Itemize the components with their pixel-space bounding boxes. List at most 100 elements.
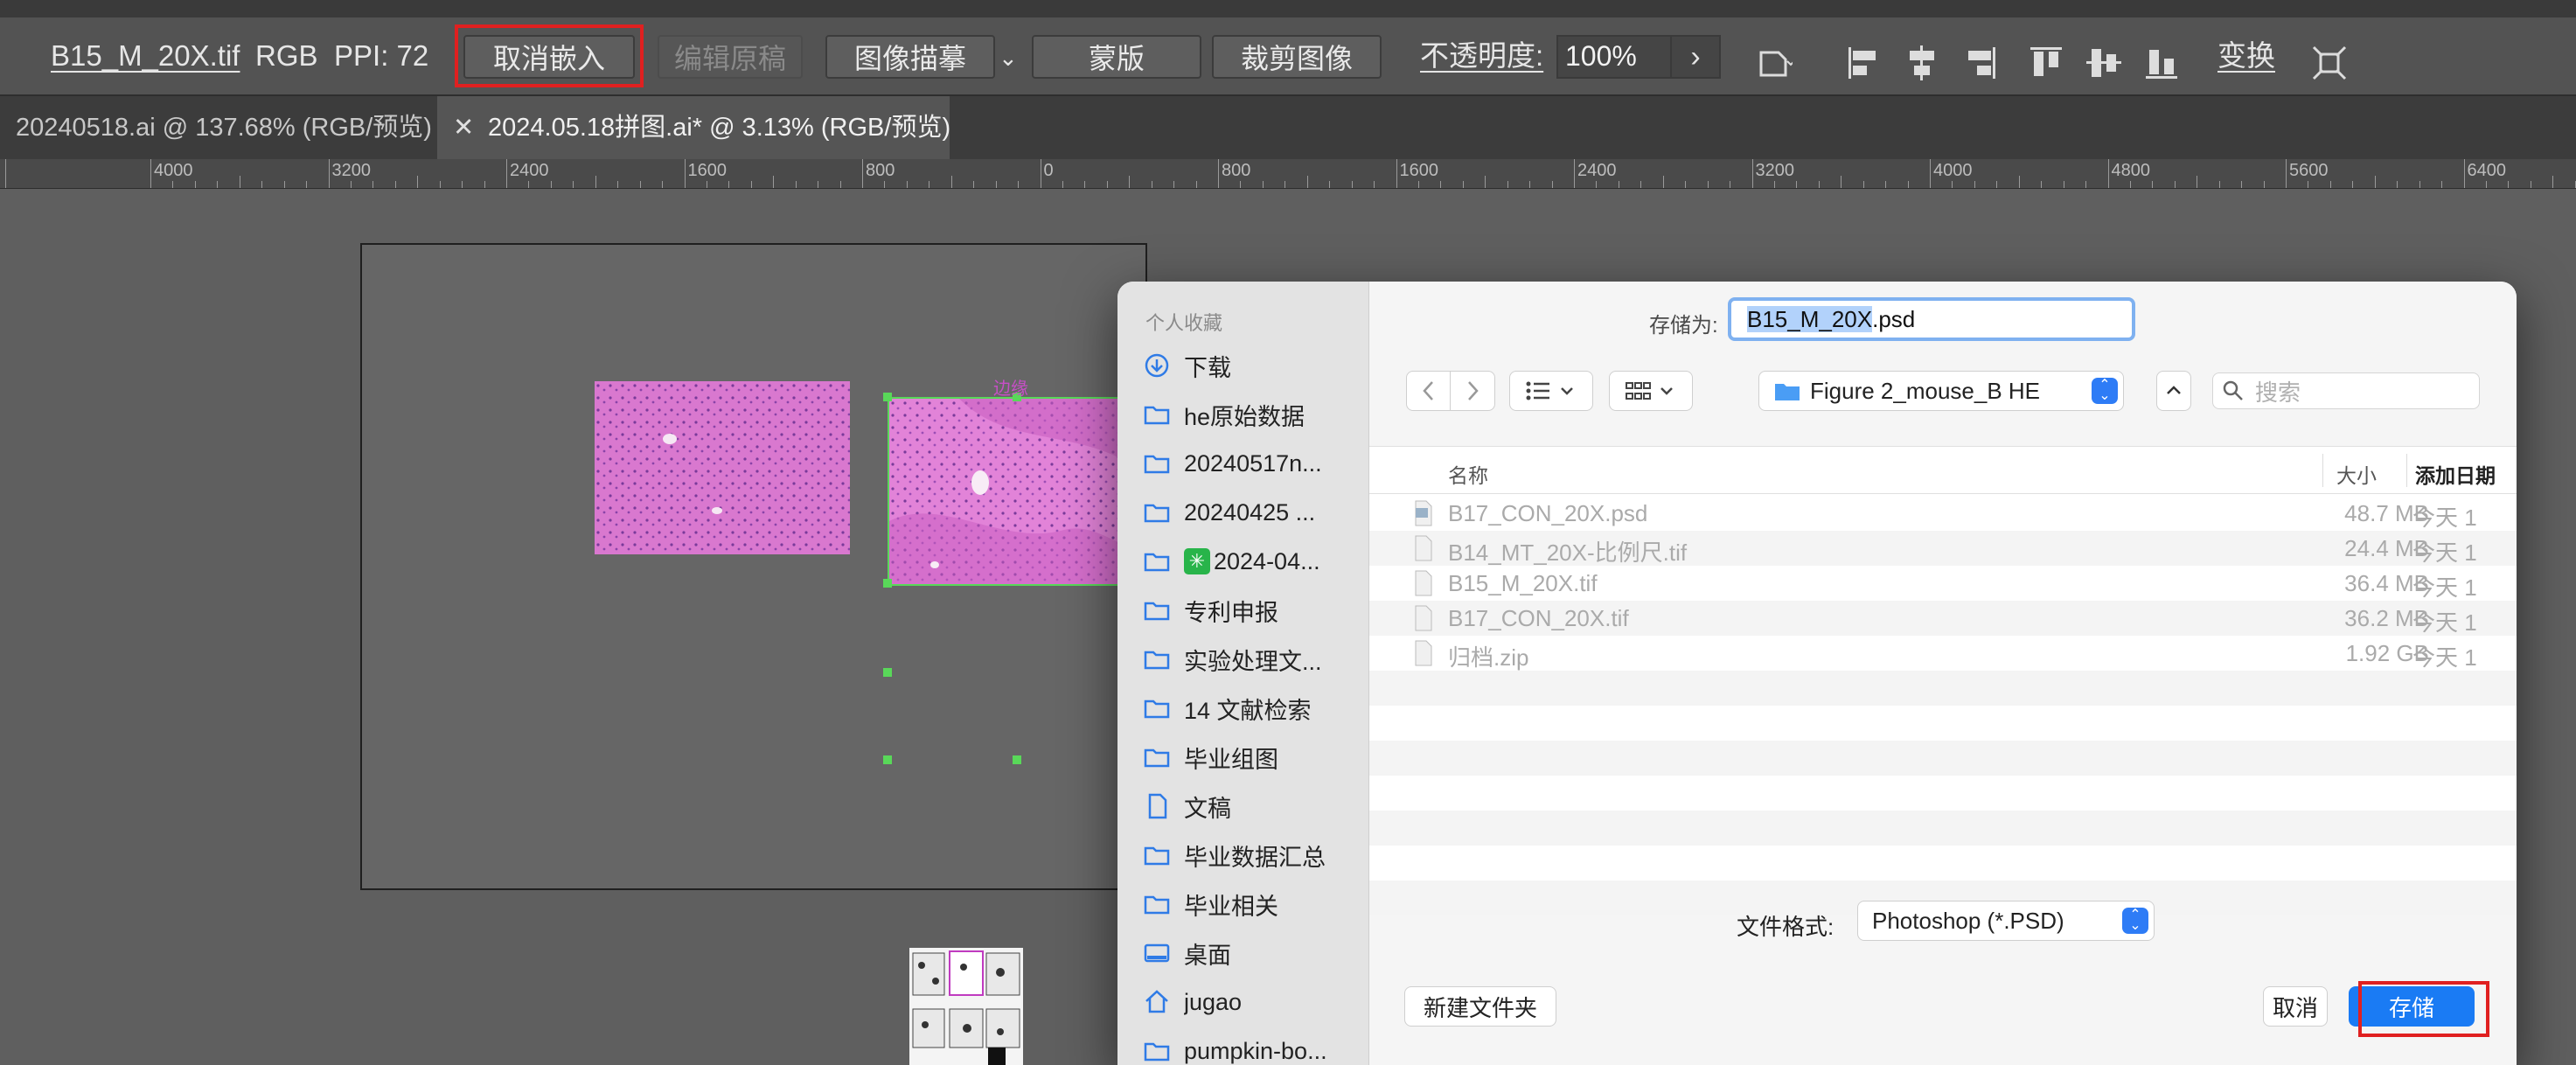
file-row[interactable]: B15_M_20X.tif 36.4 MB 今天 1 — [1369, 566, 2517, 601]
file-row[interactable]: 归档.zip 1.92 GB 今天 1 — [1369, 636, 2517, 671]
image-trace-chevron-icon[interactable]: ⌄ — [999, 38, 1018, 77]
he-stain-image-2-selected[interactable] — [888, 397, 1150, 586]
thumbnail-grid[interactable] — [909, 948, 1023, 1065]
crop-image-button[interactable]: 裁剪图像 — [1212, 35, 1382, 79]
sidebar-item[interactable]: 毕业数据汇总 — [1142, 831, 1366, 880]
file-row[interactable]: B17_CON_20X.tif 36.2 MB 今天 1 — [1369, 601, 2517, 636]
sidebar-item[interactable]: 桌面 — [1142, 929, 1366, 978]
file-row[interactable]: B14_MT_20X-比例尺.tif 24.4 MB 今天 1 — [1369, 531, 2517, 566]
grid-view-icon — [1626, 382, 1673, 400]
ruler-minor-tick — [884, 181, 886, 188]
file-list[interactable]: 名称 大小 添加日期 B17_CON_20X.psd 48.7 MB 今天 1 B14… — [1369, 446, 2517, 915]
ruler-minor-tick — [2152, 181, 2154, 188]
sidebar-item[interactable]: ✳ 2024-04... — [1142, 537, 1366, 586]
ruler-minor-tick — [1662, 176, 1664, 188]
ruler-minor-tick — [1262, 181, 1264, 188]
column-name[interactable]: 名称 — [1448, 459, 1488, 489]
folder-icon — [1144, 651, 1170, 670]
ruler-minor-tick — [728, 181, 730, 188]
file-icon — [1415, 570, 1432, 596]
empty-row — [1369, 741, 2517, 776]
file-row[interactable]: B17_CON_20X.psd 48.7 MB 今天 1 — [1369, 496, 2517, 531]
group-view-button[interactable] — [1609, 371, 1693, 411]
sidebar-item[interactable]: 毕业组图 — [1142, 733, 1366, 782]
tab-close-icon[interactable]: ✕ — [453, 96, 488, 159]
sidebar-item[interactable]: 实验处理文... — [1142, 635, 1366, 684]
resize-handle[interactable] — [883, 579, 892, 588]
file-name: B17_CON_20X.tif — [1448, 605, 1629, 631]
opacity-dropdown-icon[interactable]: › — [1670, 35, 1719, 79]
resize-handle[interactable] — [883, 755, 892, 764]
sidebar-item[interactable]: 下载 — [1142, 341, 1366, 390]
transform-options-icon[interactable] — [1754, 44, 1793, 82]
forward-button[interactable] — [1450, 371, 1495, 411]
he-stain-image-1[interactable] — [595, 381, 850, 554]
align-vertical-center-icon[interactable] — [2085, 44, 2123, 82]
sidebar-item[interactable]: pumpkin-bo... — [1142, 1027, 1366, 1065]
sidebar-item[interactable]: 14 文献检索 — [1142, 684, 1366, 733]
ruler-label: 3200 — [331, 161, 372, 180]
resize-handle[interactable] — [1013, 755, 1021, 764]
ruler-minor-tick — [1485, 176, 1486, 188]
ruler-minor-tick — [1306, 176, 1308, 188]
ruler-major-tick — [684, 159, 686, 188]
column-divider — [2406, 454, 2407, 487]
sidebar-item-label: jugao — [1184, 988, 1243, 1015]
align-left-icon[interactable] — [1845, 44, 1883, 82]
isolate-icon[interactable] — [2310, 44, 2349, 82]
sidebar-item-label: 毕业相关 — [1184, 893, 1278, 920]
new-folder-button[interactable]: 新建文件夹 — [1404, 986, 1556, 1027]
ruler-minor-tick — [217, 181, 219, 188]
resize-handle[interactable] — [883, 668, 892, 677]
ruler-major-tick — [1218, 159, 1219, 188]
sidebar-header: 个人收藏 — [1145, 312, 1223, 334]
sidebar-item[interactable]: 文稿 — [1142, 782, 1366, 831]
align-horizontal-center-icon[interactable] — [1903, 44, 1941, 82]
ruler-minor-tick — [1529, 181, 1531, 188]
opacity-label[interactable]: 不透明度: — [1420, 37, 1543, 75]
mask-button[interactable]: 蒙版 — [1032, 35, 1201, 79]
collapse-button[interactable] — [2156, 371, 2191, 411]
ruler-minor-tick — [1195, 181, 1197, 188]
ruler-minor-tick — [773, 176, 775, 188]
sidebar-item[interactable]: 专利申报 — [1142, 586, 1366, 635]
ruler-minor-tick — [1018, 181, 1020, 188]
ruler-minor-tick — [795, 181, 797, 188]
column-size[interactable]: 大小 — [2336, 459, 2377, 489]
sidebar-item[interactable]: 20240517n... — [1142, 439, 1366, 488]
edit-original-button[interactable]: 编辑原稿 — [658, 35, 803, 79]
sidebar-item[interactable]: he原始数据 — [1142, 390, 1366, 439]
horizontal-ruler[interactable]: 4000 3200 2400 1600 800 0 800 1600 2400 3200 4000 4… — [0, 159, 2576, 189]
tab-pintu-active[interactable]: ✕ 2024.05.18拼图.ai* @ 3.13% (RGB/预览) — [437, 96, 950, 159]
file-list-header: 名称 大小 添加日期 — [1369, 447, 2517, 494]
align-right-icon[interactable] — [1960, 44, 1999, 82]
cancel-button[interactable]: 取消 — [2263, 986, 2328, 1027]
save-as-input[interactable]: B15_M_20X.psd — [1728, 297, 2135, 341]
list-view-button[interactable] — [1509, 371, 1593, 411]
ruler-major-tick — [2463, 159, 2465, 188]
resize-handle[interactable] — [883, 393, 892, 401]
image-trace-button[interactable]: 图像描摹 — [825, 35, 995, 79]
ruler-label: 1600 — [687, 161, 728, 180]
ruler-minor-tick — [261, 181, 263, 188]
dialog-sidebar: 个人收藏 下载 he原始数据 20240517n... 20240425 ... ✳ 20… — [1117, 282, 1369, 1065]
sidebar-item[interactable]: jugao — [1142, 978, 1366, 1027]
ruler-minor-tick — [839, 181, 841, 188]
transform-label[interactable]: 变换 — [2217, 37, 2275, 75]
format-label: 文件格式: — [1737, 914, 1835, 940]
filename-extension: .psd — [1872, 306, 1916, 332]
align-top-icon[interactable] — [2027, 44, 2065, 82]
format-popup[interactable]: Photoshop (*.PSD) ⌃ ⌄ — [1857, 901, 2155, 941]
folder-icon — [1144, 700, 1170, 719]
back-button[interactable] — [1406, 371, 1452, 411]
file-date: 今天 1 — [2412, 505, 2477, 531]
location-popup[interactable]: Figure 2_mouse_B HE ⌃ ⌄ — [1758, 371, 2124, 411]
linked-file-name[interactable]: B15_M_20X.tif — [51, 37, 240, 75]
column-date[interactable]: 添加日期 — [2415, 459, 2496, 489]
sidebar-item[interactable]: 毕业相关 — [1142, 880, 1366, 929]
folder-icon — [1144, 748, 1170, 768]
align-bottom-icon[interactable] — [2142, 44, 2181, 82]
search-field[interactable]: 搜索 — [2212, 372, 2480, 409]
sidebar-item[interactable]: 20240425 ... — [1142, 488, 1366, 537]
tab-20240518[interactable]: 20240518.ai @ 137.68% (RGB/预览) — [0, 96, 435, 159]
